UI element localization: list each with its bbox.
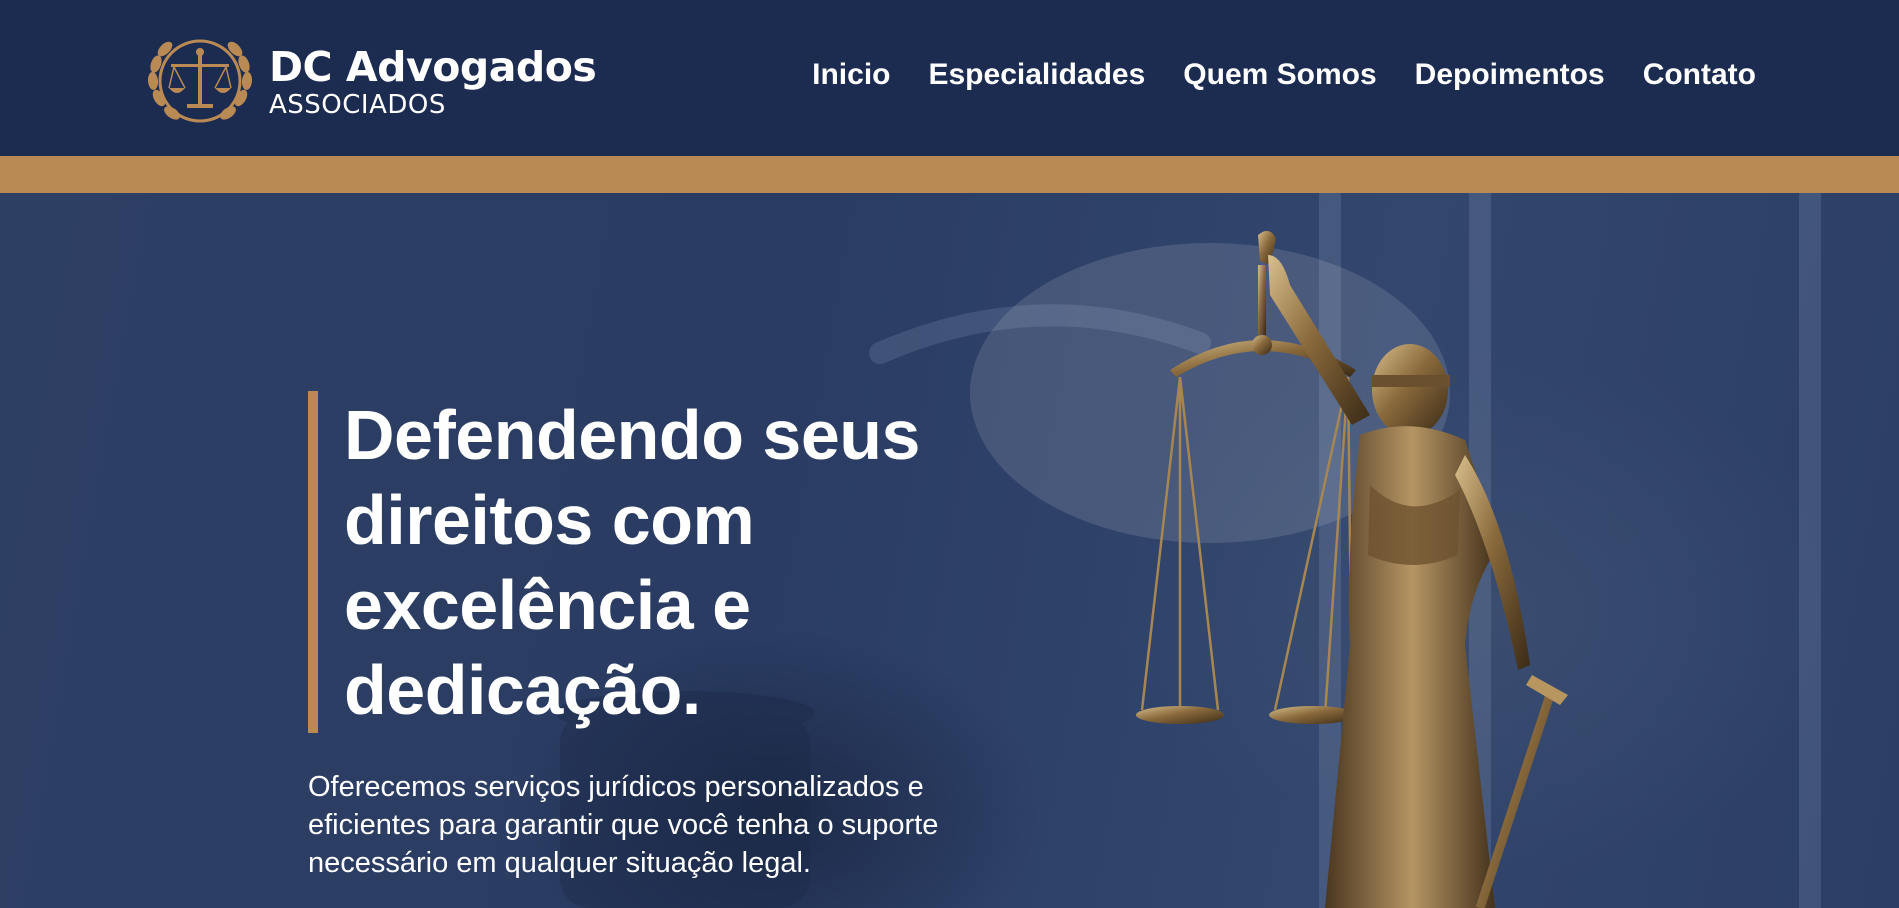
site-header: DC Advogados ASSOCIADOS Inicio Especiali…	[0, 0, 1899, 156]
nav-item-inicio[interactable]: Inicio	[812, 58, 890, 92]
nav-item-quem-somos[interactable]: Quem Somos	[1183, 58, 1376, 92]
hero-subtext: Oferecemos serviços jurídicos personaliz…	[308, 771, 939, 879]
headline-block: Defendendo seus direitos com excelência …	[308, 391, 964, 733]
main-nav: Inicio Especialidades Quem Somos Depoime…	[812, 58, 1756, 92]
logo-text: DC Advogados ASSOCIADOS	[269, 42, 597, 120]
lady-justice-statue-image	[1136, 230, 1568, 908]
brand-name: DC Advogados	[269, 42, 597, 91]
hero-headline: Defendendo seus direitos com excelência …	[344, 396, 920, 729]
nav-item-especialidades[interactable]: Especialidades	[928, 58, 1145, 92]
nav-item-contato[interactable]: Contato	[1643, 58, 1756, 92]
brand-subtitle: ASSOCIADOS	[269, 89, 446, 120]
nav-item-depoimentos[interactable]: Depoimentos	[1415, 58, 1605, 92]
logo[interactable]: DC Advogados ASSOCIADOS	[143, 28, 597, 134]
header-accent-bar	[0, 156, 1899, 193]
scales-laurel-icon	[147, 39, 253, 123]
hero-section: Defendendo seus direitos com excelência …	[0, 193, 1899, 908]
